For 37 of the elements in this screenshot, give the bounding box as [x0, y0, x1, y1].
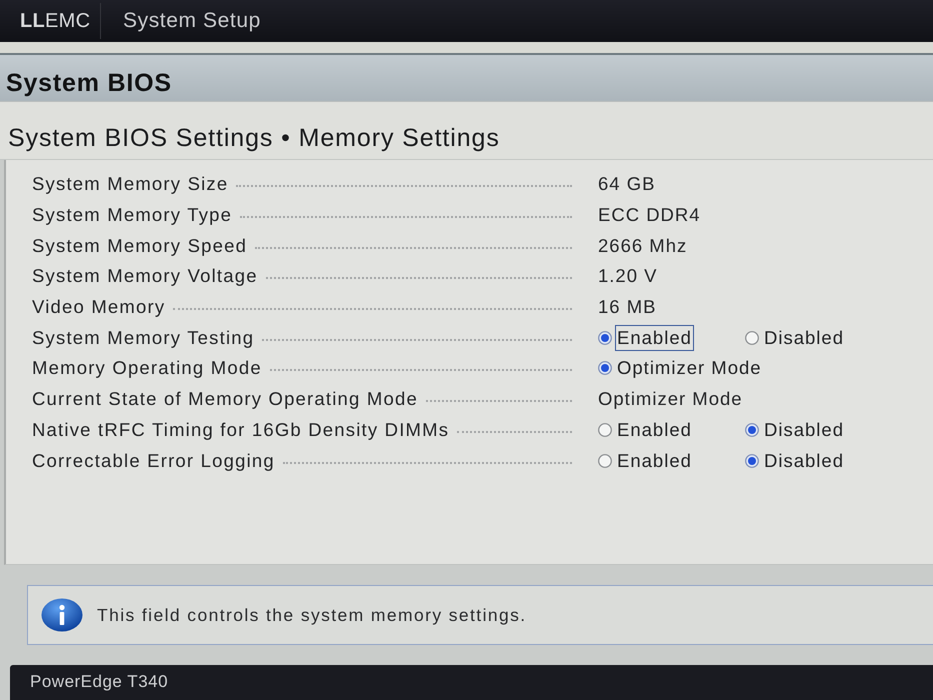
option-label[interactable]: Enabled: [615, 416, 694, 443]
radio-button[interactable]: [598, 330, 612, 345]
setting-label: Current State of Memory Operating Mode: [32, 388, 418, 410]
brand-logo: LLEMC: [19, 10, 88, 32]
setting-label: System Memory Voltage: [32, 265, 258, 288]
model-name: PowerEdge T340: [30, 672, 168, 691]
setting-label: System Memory Speed: [32, 234, 248, 257]
option-label[interactable]: Disabled: [762, 416, 846, 443]
setting-value: 64 GB: [598, 173, 656, 196]
help-text: This field controls the system memory settings.: [97, 604, 527, 626]
setting-value: 16 MB: [598, 296, 656, 318]
option-label[interactable]: Enabled: [615, 448, 694, 474]
radio-button[interactable]: [745, 330, 759, 345]
section-title: System BIOS Settings • Memory Settings: [0, 102, 933, 160]
option-label[interactable]: Optimizer Mode: [615, 355, 764, 382]
setting-value: 1.20 V: [598, 265, 658, 288]
app-title: System Setup: [123, 9, 261, 33]
setting-label: Native tRFC Timing for 16Gb Density DIMMs: [32, 418, 450, 441]
radio-button[interactable]: [598, 361, 612, 376]
setting-label: System Memory Size: [32, 173, 228, 196]
setting-label: System Memory Type: [32, 204, 232, 226]
setting-value: Optimizer Mode: [598, 388, 743, 410]
option-label[interactable]: Disabled: [762, 324, 846, 351]
page-title: System BIOS: [0, 55, 933, 102]
setting-label: Correctable Error Logging: [32, 450, 275, 472]
setting-label: System Memory Testing: [32, 326, 254, 349]
setting-label: Video Memory: [32, 296, 166, 318]
info-icon: [41, 598, 83, 632]
setting-value: 2666 Mhz: [598, 234, 688, 257]
radio-button[interactable]: [598, 454, 612, 468]
setting-label: Memory Operating Mode: [32, 357, 262, 380]
radio-button[interactable]: [745, 422, 759, 437]
radio-button[interactable]: [745, 454, 759, 468]
option-label[interactable]: Enabled: [615, 324, 694, 351]
setting-value: ECC DDR4: [598, 204, 701, 226]
radio-button[interactable]: [598, 422, 612, 437]
option-label[interactable]: Disabled: [762, 448, 846, 474]
